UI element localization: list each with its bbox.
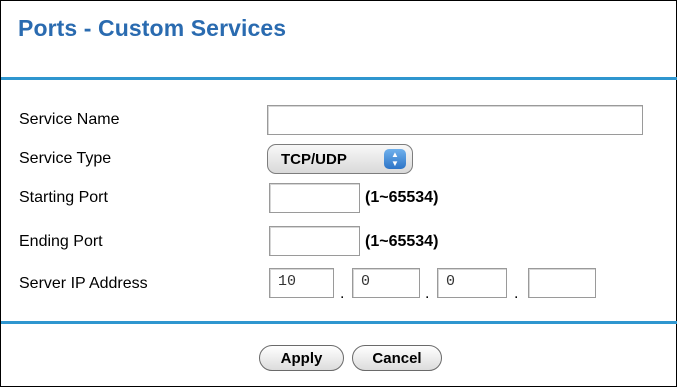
ip-octet-2-input[interactable]: 0 xyxy=(352,268,420,298)
ip-octet-4-input[interactable] xyxy=(528,268,596,298)
ip-octet-3-input[interactable]: 0 xyxy=(437,268,507,298)
ip-separator: . xyxy=(425,285,430,302)
bottom-divider xyxy=(1,321,677,324)
starting-port-label: Starting Port xyxy=(19,189,108,206)
service-type-value: TCP/UDP xyxy=(281,150,347,168)
ending-port-input[interactable] xyxy=(269,226,360,256)
service-type-select[interactable]: TCP/UDP ▲ ▼ xyxy=(267,144,413,174)
starting-port-input[interactable] xyxy=(269,183,360,213)
server-ip-label: Server IP Address xyxy=(19,275,148,292)
ending-port-label: Ending Port xyxy=(19,233,103,250)
page-title: Ports - Custom Services xyxy=(18,15,287,41)
service-name-label: Service Name xyxy=(19,111,120,128)
ip-separator: . xyxy=(340,285,345,302)
custom-services-panel: Ports - Custom Services Service Name Ser… xyxy=(0,0,677,387)
updown-chevron-icon: ▲ ▼ xyxy=(384,149,406,169)
service-type-label: Service Type xyxy=(19,150,112,167)
ip-octet-1-input[interactable]: 10 xyxy=(269,268,334,298)
ending-port-range-hint: (1~65534) xyxy=(365,233,439,250)
service-name-input[interactable] xyxy=(267,105,643,135)
apply-button[interactable]: Apply xyxy=(259,345,344,371)
starting-port-range-hint: (1~65534) xyxy=(365,189,439,206)
ip-separator: . xyxy=(514,285,519,302)
cancel-button[interactable]: Cancel xyxy=(352,345,442,371)
top-divider xyxy=(1,77,677,80)
